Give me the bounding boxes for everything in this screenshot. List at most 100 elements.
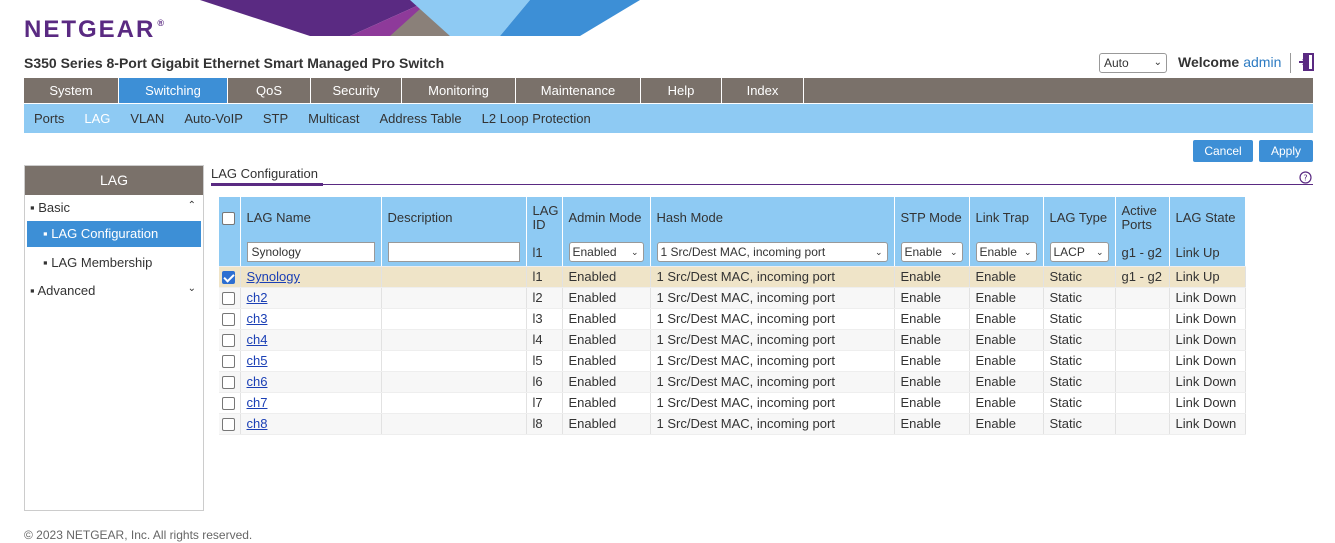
- divider: [1290, 53, 1291, 73]
- cell-description: [381, 266, 527, 288]
- language-select[interactable]: Auto ⌄: [1099, 53, 1167, 73]
- col-hash-mode: Hash Mode: [650, 197, 895, 239]
- row-checkbox[interactable]: [222, 355, 235, 369]
- cell-link-trap: Enable: [969, 371, 1044, 393]
- sidebar-group-basic[interactable]: ▪ Basic ⌃: [30, 200, 198, 215]
- sub-nav: Ports LAG VLAN Auto-VoIP STP Multicast A…: [24, 104, 1313, 133]
- edit-active-ports: g1 - g2: [1115, 239, 1170, 267]
- select-all-checkbox[interactable]: [222, 212, 235, 226]
- cell-description: [381, 392, 527, 414]
- row-checkbox[interactable]: [222, 334, 235, 348]
- cell-active-ports: [1115, 329, 1170, 351]
- col-lag-type: LAG Type: [1043, 197, 1116, 239]
- footer-copyright: © 2023 NETGEAR, Inc. All rights reserved…: [24, 528, 253, 542]
- cell-lag-state: Link Down: [1169, 392, 1246, 414]
- subnav-address-table[interactable]: Address Table: [379, 111, 461, 126]
- help-icon[interactable]: ?: [1299, 171, 1312, 184]
- row-checkbox[interactable]: [222, 313, 235, 327]
- row-checkbox[interactable]: [222, 418, 235, 432]
- subnav-ports[interactable]: Ports: [34, 111, 64, 126]
- cell-lag-id: l5: [526, 350, 563, 372]
- cell-admin-mode: Enabled: [562, 266, 651, 288]
- description-input[interactable]: [387, 242, 520, 263]
- tab-maintenance[interactable]: Maintenance: [516, 78, 641, 103]
- row-checkbox[interactable]: [222, 376, 235, 390]
- cell-lag-id: l3: [526, 308, 563, 330]
- user-link[interactable]: admin: [1243, 54, 1281, 70]
- edit-lag-id: l1: [526, 239, 563, 267]
- edit-row: Synology l1 Enabled ⌄ 1 Src/Dest MAC, inc…: [219, 239, 1246, 267]
- cancel-button[interactable]: Cancel: [1193, 140, 1253, 162]
- tab-qos[interactable]: QoS: [228, 78, 311, 103]
- tab-switching[interactable]: Switching: [119, 78, 228, 103]
- cell-hash-mode: 1 Src/Dest MAC, incoming port: [650, 308, 895, 330]
- sidebar: LAG ▪ Basic ⌃ ▪ LAG Configuration ▪ LAG M…: [24, 165, 204, 511]
- tab-security[interactable]: Security: [311, 78, 402, 103]
- subnav-stp[interactable]: STP: [263, 111, 288, 126]
- cell-description: [381, 329, 527, 351]
- admin-mode-select[interactable]: Enabled ⌄: [568, 242, 644, 263]
- row-checkbox[interactable]: [222, 397, 235, 411]
- cell-link-trap: Enable: [969, 266, 1044, 288]
- cell-lag-state: Link Down: [1169, 329, 1246, 351]
- lag-name-link[interactable]: Synology: [247, 269, 300, 284]
- cell-admin-mode: Enabled: [562, 413, 651, 435]
- tab-index[interactable]: Index: [722, 78, 804, 103]
- cell-active-ports: [1115, 350, 1170, 372]
- cell-lag-type: Static: [1043, 350, 1116, 372]
- row-checkbox[interactable]: [222, 292, 235, 306]
- lag-name-link[interactable]: ch4: [247, 332, 268, 347]
- stp-mode-select[interactable]: Enable ⌄: [900, 242, 963, 263]
- lag-name-link[interactable]: ch8: [247, 416, 268, 431]
- table-row: ch6 l6 Enabled 1 Src/Dest MAC, incoming por…: [219, 371, 1246, 393]
- subnav-vlan[interactable]: VLAN: [130, 111, 164, 126]
- tab-system[interactable]: System: [24, 78, 119, 103]
- sidebar-item-lag-configuration[interactable]: ▪ LAG Configuration: [27, 221, 201, 247]
- cell-description: [381, 287, 527, 309]
- cell-link-trap: Enable: [969, 392, 1044, 414]
- cell-lag-type: Static: [1043, 308, 1116, 330]
- lag-type-select[interactable]: LACP ⌄: [1049, 242, 1109, 263]
- svg-text:?: ?: [1303, 174, 1307, 183]
- row-checkbox[interactable]: [222, 271, 235, 285]
- cell-lag-state: Link Down: [1169, 371, 1246, 393]
- lag-name-input[interactable]: Synology: [246, 242, 375, 263]
- col-lag-state: LAG State: [1169, 197, 1246, 239]
- lag-name-link[interactable]: ch7: [247, 395, 268, 410]
- lag-name-link[interactable]: ch2: [247, 290, 268, 305]
- cell-lag-type: Static: [1043, 266, 1116, 288]
- lag-name-link[interactable]: ch6: [247, 374, 268, 389]
- subnav-auto-voip[interactable]: Auto-VoIP: [184, 111, 243, 126]
- sidebar-group-advanced[interactable]: ▪ Advanced ⌄: [30, 283, 198, 298]
- cell-admin-mode: Enabled: [562, 329, 651, 351]
- subnav-lag[interactable]: LAG: [84, 111, 110, 126]
- cell-active-ports: [1115, 287, 1170, 309]
- chevron-down-icon: ⌄: [630, 247, 639, 258]
- lag-name-link[interactable]: ch5: [247, 353, 268, 368]
- lag-name-link[interactable]: ch3: [247, 311, 268, 326]
- col-admin-mode: Admin Mode: [562, 197, 651, 239]
- cell-description: [381, 350, 527, 372]
- col-link-trap: Link Trap: [969, 197, 1044, 239]
- apply-button[interactable]: Apply: [1259, 140, 1313, 162]
- cell-lag-state: Link Down: [1169, 350, 1246, 372]
- cell-lag-id: l8: [526, 413, 563, 435]
- cell-hash-mode: 1 Src/Dest MAC, incoming port: [650, 392, 895, 414]
- sidebar-item-lag-membership[interactable]: ▪ LAG Membership: [27, 250, 201, 276]
- cell-link-trap: Enable: [969, 308, 1044, 330]
- logout-icon[interactable]: [1298, 53, 1314, 71]
- col-stp-mode: STP Mode: [894, 197, 970, 239]
- link-trap-select[interactable]: Enable ⌄: [975, 242, 1037, 263]
- hash-mode-select[interactable]: 1 Src/Dest MAC, incoming port ⌄: [656, 242, 888, 263]
- tab-help[interactable]: Help: [641, 78, 722, 103]
- cell-stp-mode: Enable: [894, 350, 970, 372]
- cell-lag-type: Static: [1043, 392, 1116, 414]
- subnav-l2-loop-protection[interactable]: L2 Loop Protection: [482, 111, 591, 126]
- cell-stp-mode: Enable: [894, 287, 970, 309]
- cell-lag-state: Link Down: [1169, 413, 1246, 435]
- cell-lag-id: l4: [526, 329, 563, 351]
- subnav-multicast[interactable]: Multicast: [308, 111, 359, 126]
- tab-monitoring[interactable]: Monitoring: [402, 78, 516, 103]
- title-divider: [211, 184, 1313, 185]
- table-header-row: LAG Name Description LAG ID Admin Mode H…: [219, 197, 1246, 239]
